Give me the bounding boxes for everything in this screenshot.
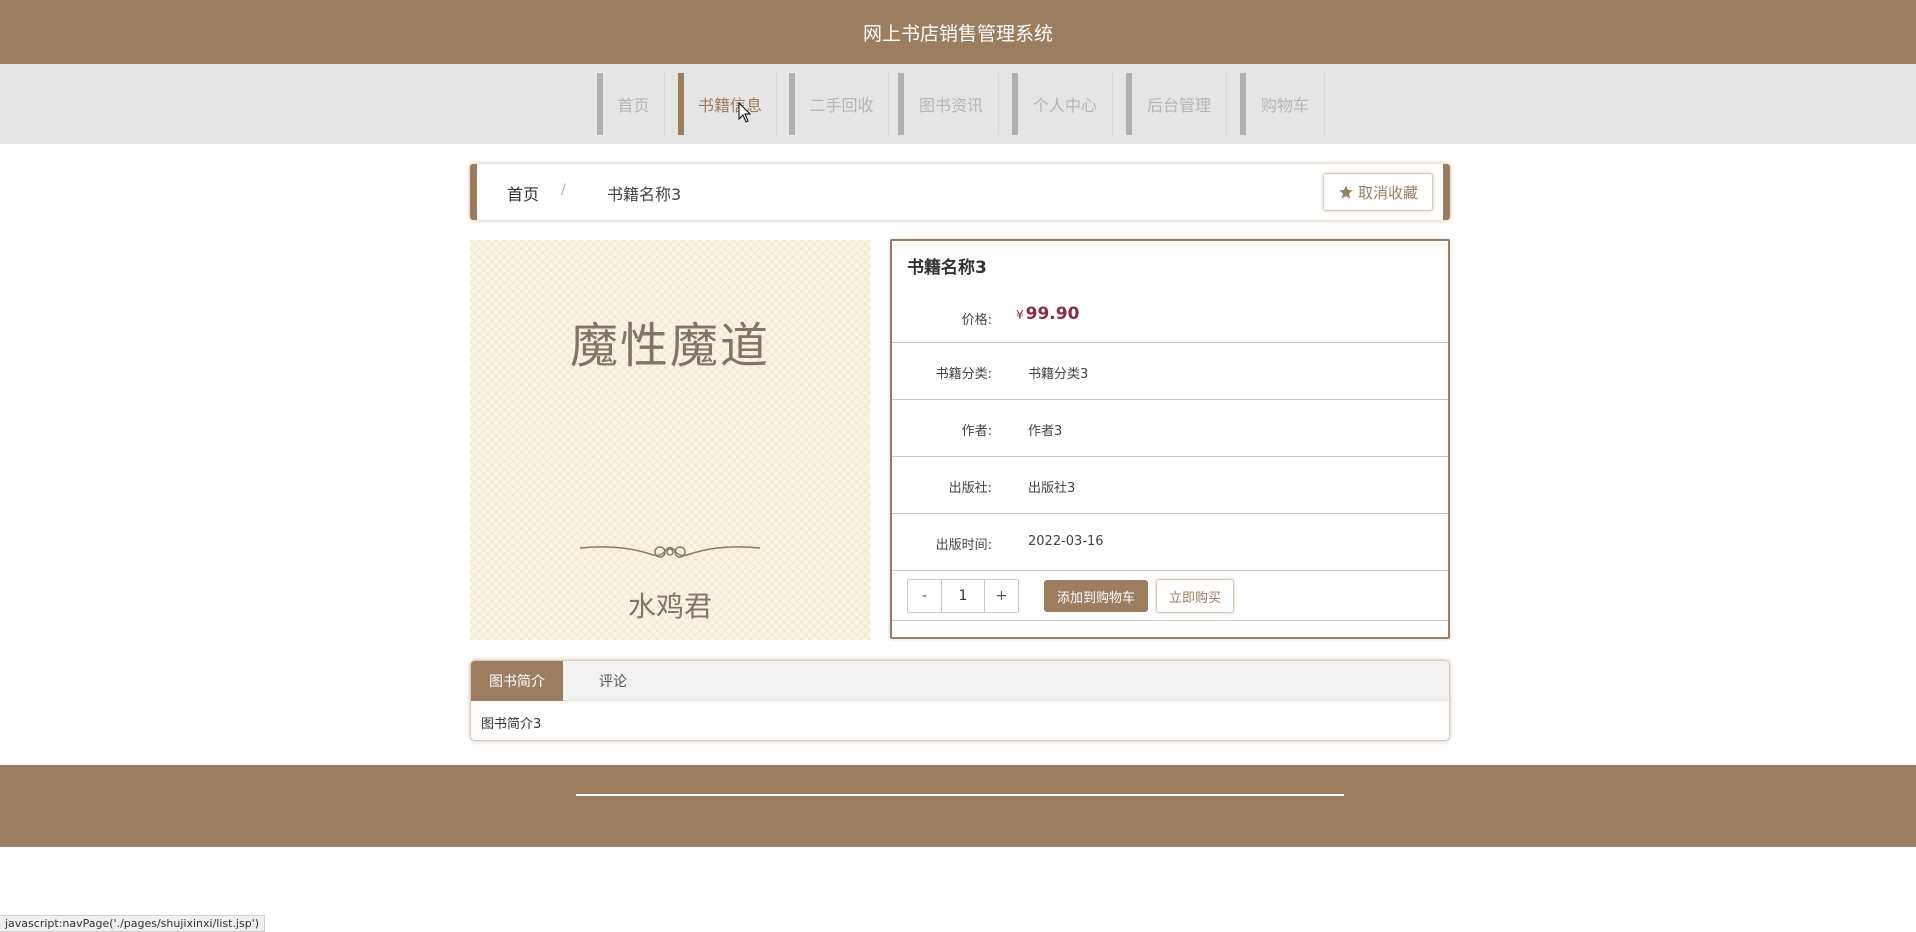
currency-symbol: ¥ [1016, 308, 1024, 322]
unfavorite-label: 取消收藏 [1357, 183, 1418, 202]
status-bar-url: javascript:navPage('./pages/shujixinxi/l… [5, 917, 260, 930]
publish-date-value: 2022-03-16 [1028, 534, 1104, 549]
publisher-row: 出版社: 出版社3 [892, 457, 1448, 514]
publisher-label: 出版社: [948, 481, 992, 496]
nav-item-personal-center[interactable]: 个人中心 [1012, 73, 1113, 135]
breadcrumb-separator: / [561, 182, 566, 198]
star-icon [1339, 185, 1353, 199]
site-header: 网上书店销售管理系统 [0, 0, 1916, 64]
publish-date-label: 出版时间: [935, 538, 992, 553]
nav-item-admin[interactable]: 后台管理 [1126, 73, 1227, 135]
breadcrumb: 首页 / 书籍名称3 取消收藏 [470, 164, 1450, 220]
tab-content-intro: 图书简介3 [481, 717, 542, 732]
quantity-increase-button[interactable]: + [985, 580, 1018, 612]
category-label: 书籍分类: [935, 367, 992, 382]
mouse-cursor-icon [738, 102, 752, 123]
breadcrumb-current: 书籍名称3 [607, 185, 682, 204]
nav-item-book-news[interactable]: 图书资讯 [898, 73, 999, 135]
price-label: 价格: [961, 313, 992, 328]
site-title: 网上书店销售管理系统 [862, 22, 1053, 45]
price-value: ¥99.90 [1016, 304, 1080, 324]
publisher-value: 出版社3 [1028, 481, 1076, 496]
nav-item-cart[interactable]: 购物车 [1240, 73, 1325, 135]
category-value: 书籍分类3 [1028, 367, 1089, 382]
detail-tabs: 图书简介 评论 图书简介3 [470, 660, 1450, 741]
main-nav: 首页 书籍信息 二手回收 图书资讯 个人中心 后台管理 购物车 [0, 64, 1916, 144]
breadcrumb-home[interactable]: 首页 [507, 181, 539, 205]
tab-comments[interactable]: 评论 [563, 661, 663, 701]
unfavorite-button[interactable]: 取消收藏 [1323, 173, 1433, 211]
nav-item-second-hand[interactable]: 二手回收 [789, 73, 889, 135]
quantity-stepper: - + [907, 579, 1019, 613]
author-label: 作者: [961, 424, 992, 439]
tab-bar: 图书简介 评论 [471, 661, 1449, 701]
buy-now-button[interactable]: 立即购买 [1156, 579, 1234, 613]
book-info-panel: 书籍名称3 价格: ¥99.90 书籍分类: 书籍分类3 作者: 作者3 出版社… [890, 239, 1450, 639]
cover-author: 水鸡君 [627, 590, 712, 623]
add-to-cart-button[interactable]: 添加到购物车 [1044, 580, 1148, 612]
footer-divider [576, 794, 1344, 796]
category-row: 书籍分类: 书籍分类3 [892, 343, 1448, 400]
site-footer [0, 765, 1916, 847]
ornament-icon [580, 546, 760, 558]
nav-item-book-info[interactable]: 书籍信息 [678, 73, 777, 135]
price-row: 价格: ¥99.90 [892, 241, 1448, 343]
tab-book-intro[interactable]: 图书简介 [471, 661, 563, 701]
status-bar: javascript:navPage('./pages/shujixinxi/l… [0, 915, 266, 932]
author-value: 作者3 [1028, 424, 1063, 439]
publish-date-row: 出版时间: 2022-03-16 [892, 514, 1448, 571]
cover-title: 魔性魔道 [569, 318, 770, 374]
quantity-input[interactable] [941, 580, 985, 612]
nav-item-home[interactable]: 首页 [597, 73, 665, 135]
book-cover-image: 魔性魔道 水鸡君 [470, 240, 870, 640]
quantity-decrease-button[interactable]: - [908, 580, 941, 612]
author-row: 作者: 作者3 [892, 400, 1448, 457]
